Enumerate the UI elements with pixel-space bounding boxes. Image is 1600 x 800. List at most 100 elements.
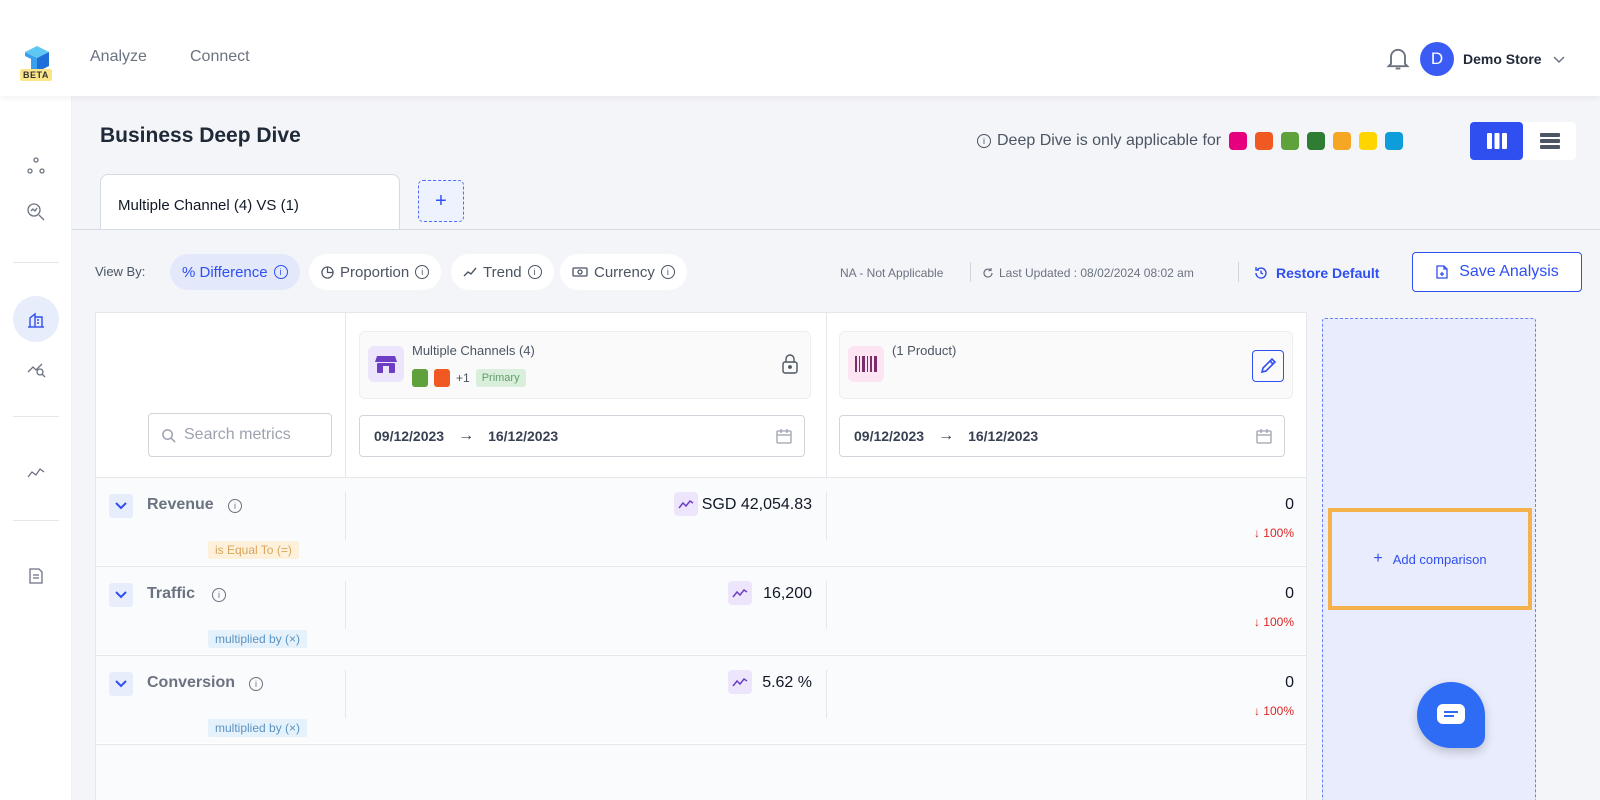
avatar[interactable]: D <box>1420 42 1454 76</box>
change-percent-value: 100% <box>1263 615 1294 629</box>
add-comparison-button[interactable]: + Add comparison <box>1328 508 1532 610</box>
change-percent-value: 100% <box>1263 526 1294 540</box>
trend-search-icon[interactable] <box>24 356 48 380</box>
nodes-icon[interactable] <box>24 154 48 178</box>
nav-analyze[interactable]: Analyze <box>90 48 147 66</box>
primary-value: SGD 42,054.83 <box>701 496 812 513</box>
store-icon <box>368 346 404 382</box>
secondary-date-range[interactable]: 09/12/2023 → 16/12/2023 <box>839 415 1285 457</box>
save-analysis-button[interactable]: Save Analysis <box>1412 252 1582 292</box>
date-to: 16/12/2023 <box>968 428 1039 444</box>
nav-connect[interactable]: Connect <box>190 48 250 66</box>
business-icon[interactable] <box>13 296 59 342</box>
search-placeholder: Search metrics <box>184 426 291 443</box>
search-icon <box>162 428 176 443</box>
expand-chevron-icon[interactable] <box>109 583 133 607</box>
column-divider <box>826 313 827 477</box>
tab-multiple-channel[interactable]: Multiple Channel (4) VS (1) <box>100 174 400 230</box>
restore-default-button[interactable]: Restore Default <box>1254 265 1379 281</box>
barcode-icon <box>848 346 884 382</box>
operator-tag: multiplied by (×) <box>208 719 308 737</box>
sidebar-divider <box>13 416 59 417</box>
info-icon[interactable]: i <box>527 265 542 279</box>
operator-tag: is Equal To (=) <box>208 541 299 559</box>
primary-date-range[interactable]: 09/12/2023 → 16/12/2023 <box>359 415 805 457</box>
change-percent-value: 100% <box>1263 704 1294 718</box>
chip-label: % Difference <box>182 263 268 281</box>
info-icon[interactable]: i <box>273 265 288 279</box>
trend-line-icon[interactable] <box>24 460 48 484</box>
trend-icon <box>463 267 477 277</box>
channel-logos <box>1229 132 1404 150</box>
add-tab-button[interactable]: + <box>418 180 464 222</box>
document-icon[interactable] <box>24 564 48 588</box>
calendar-icon[interactable] <box>1256 428 1272 444</box>
column-view-button[interactable] <box>1470 122 1523 160</box>
chip-difference[interactable]: % Difference i <box>170 254 300 290</box>
compare-value: 0 <box>1285 496 1294 513</box>
row-divider <box>345 492 346 540</box>
chat-button[interactable] <box>1417 682 1485 748</box>
last-updated-text: Last Updated : 08/02/2024 08:02 am <box>999 266 1194 280</box>
trend-chart-icon[interactable] <box>674 492 698 516</box>
shopify-icon <box>412 369 428 387</box>
channel-logo-icon <box>1281 132 1300 150</box>
view-by-label: View By: <box>95 264 146 279</box>
view-toggle <box>1470 122 1576 160</box>
expand-chevron-icon[interactable] <box>109 672 133 696</box>
arrow-icon: → <box>938 427 955 444</box>
search-metrics-input[interactable]: Search metrics <box>148 413 332 457</box>
calendar-icon[interactable] <box>776 428 792 444</box>
chevron-down-icon[interactable] <box>1552 52 1566 66</box>
deep-dive-note-text: Deep Dive is only applicable for <box>997 132 1222 149</box>
compare-value: 0 <box>1285 585 1294 602</box>
info-icon[interactable]: i <box>415 265 430 279</box>
list-view-button[interactable] <box>1523 122 1576 160</box>
chip-label: Proportion <box>340 263 410 281</box>
info-icon[interactable]: i <box>228 499 242 513</box>
trend-chart-icon[interactable] <box>728 670 752 694</box>
edit-button[interactable] <box>1252 350 1284 382</box>
sidebar-divider <box>13 520 59 521</box>
row-divider <box>345 670 346 718</box>
row-divider <box>826 492 827 540</box>
refresh-icon[interactable] <box>982 267 994 279</box>
extra-channels-count: +1 <box>456 371 470 385</box>
chip-currency[interactable]: Currency i <box>560 254 687 290</box>
save-analysis-label: Save Analysis <box>1459 263 1559 280</box>
channel-logo-icon <box>1385 132 1404 150</box>
channel-logo-icon <box>1333 132 1352 150</box>
change-percent: ↓ 100% <box>1253 615 1294 629</box>
channel-logo-icon <box>1229 132 1248 150</box>
chip-label: Trend <box>483 263 522 281</box>
expand-chevron-icon[interactable] <box>109 494 133 518</box>
arrow-icon: → <box>458 427 475 444</box>
page-title: Business Deep Dive <box>100 124 301 147</box>
metrics-table: Search metrics Multiple Channels (4) +1 … <box>95 312 1307 800</box>
metric-name: Traffic <box>147 585 196 602</box>
info-icon[interactable]: i <box>977 134 991 148</box>
main-content: Business Deep Dive i Deep Dive is only a… <box>72 96 1600 800</box>
primary-value: 16,200 <box>763 585 812 602</box>
deep-dive-note: i Deep Dive is only applicable for <box>977 132 1404 150</box>
secondary-product-card[interactable]: (1 Product) <box>839 331 1293 399</box>
channel-logo-icon <box>1359 132 1378 150</box>
tab-divider <box>72 229 1600 230</box>
info-icon[interactable]: i <box>212 588 226 602</box>
search-analytics-icon[interactable] <box>24 200 48 224</box>
operator-tag: multiplied by (×) <box>208 630 308 648</box>
cash-icon <box>572 267 588 277</box>
info-icon[interactable]: i <box>660 265 675 279</box>
primary-channel-card[interactable]: Multiple Channels (4) +1 Primary <box>359 331 811 399</box>
chip-proportion[interactable]: Proportion i <box>309 254 442 290</box>
restore-default-label: Restore Default <box>1276 265 1380 281</box>
trend-chart-icon[interactable] <box>728 581 752 605</box>
toolbar-divider <box>1238 262 1239 282</box>
plus-icon: + <box>1373 550 1383 567</box>
row-divider <box>345 581 346 629</box>
bell-icon[interactable] <box>1384 44 1412 72</box>
chip-trend[interactable]: Trend i <box>451 254 554 290</box>
sidebar-divider <box>13 262 59 263</box>
info-icon[interactable]: i <box>249 677 263 691</box>
store-name[interactable]: Demo Store <box>1463 51 1542 67</box>
